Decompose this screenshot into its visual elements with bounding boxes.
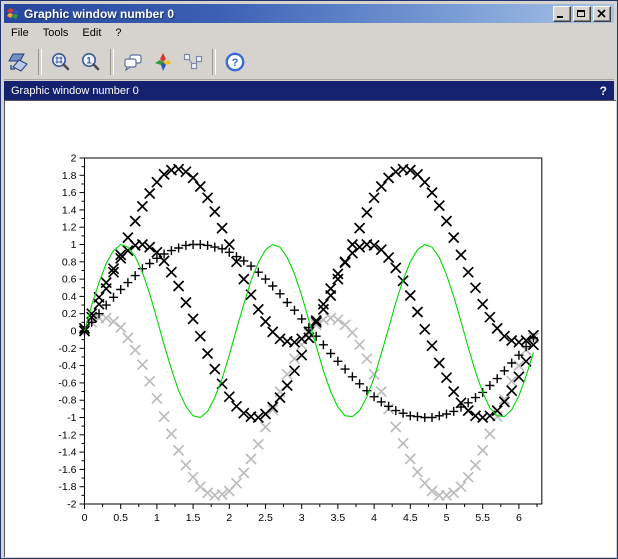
window-title: Graphic window number 0 <box>24 8 553 20</box>
close-icon <box>594 7 610 21</box>
toolbar-separator <box>38 49 42 75</box>
y-tick-label: 2 <box>71 153 77 165</box>
x-tick-label: 1 <box>154 512 160 524</box>
menu-file[interactable]: File <box>4 25 36 41</box>
datatips-icon[interactable] <box>180 49 206 75</box>
x-tick-label: 0.5 <box>113 512 128 524</box>
y-tick-label: 1.8 <box>62 170 77 182</box>
svg-text:1: 1 <box>86 55 91 65</box>
zoom-area-icon[interactable] <box>48 49 74 75</box>
chart: 0 0.5 1 1.5 2 2.5 3 3.5 4 4.5 5 5.5 6 -2 -1.8 -1.6 -1.4 -… <box>5 101 617 558</box>
y-tick-label: 0.4 <box>62 291 77 303</box>
x-tick-label: 4.5 <box>403 512 418 524</box>
y-tick-label: -0.6 <box>58 377 76 389</box>
y-tick-label: 1.6 <box>62 187 77 199</box>
y-tick-label: 0.2 <box>62 308 77 320</box>
y-tick-label: 1 <box>71 239 77 251</box>
minimize-icon <box>557 16 563 18</box>
menu-help[interactable]: ? <box>108 25 128 41</box>
close-button[interactable] <box>593 6 611 22</box>
toolbar-separator <box>212 49 216 75</box>
y-tick-label: 1.2 <box>62 222 77 234</box>
x-tick-label: 0 <box>82 512 88 524</box>
infobar-text: Graphic window number 0 <box>11 85 139 97</box>
x-tick-label: 5 <box>444 512 450 524</box>
x-tick-label: 5.5 <box>475 512 490 524</box>
minimize-button[interactable] <box>553 6 571 22</box>
x-tick-label: 2 <box>226 512 232 524</box>
x-tick-label: 6 <box>516 512 522 524</box>
axes-box <box>85 158 542 504</box>
info-bar: Graphic window number 0 ? <box>4 81 614 100</box>
infobar-help-icon[interactable]: ? <box>600 84 607 98</box>
y-tick-label: -1 <box>67 412 76 424</box>
y-tick-label: -1.4 <box>58 447 76 459</box>
y-tick-label: -0.8 <box>58 395 76 407</box>
y-tick-label: -1.6 <box>58 464 76 476</box>
y-tick-label: 0 <box>71 326 77 338</box>
menu-tools[interactable]: Tools <box>36 25 76 41</box>
maximize-button[interactable] <box>573 6 591 22</box>
y-tick-label: -0.4 <box>58 360 76 372</box>
toolbar-separator <box>110 49 114 75</box>
plot-canvas[interactable]: 0 0.5 1 1.5 2 2.5 3 3.5 4 4.5 5 5.5 6 -2 -1.8 -1.6 -1.4 -… <box>4 100 616 557</box>
x-tick-label: 3.5 <box>331 512 346 524</box>
y-tick-label: 0.8 <box>62 256 77 268</box>
scilab-app-icon <box>7 7 20 20</box>
svg-text:?: ? <box>232 57 239 69</box>
y-tick-label: -2 <box>67 499 76 511</box>
y-tick-label: -0.2 <box>58 343 76 355</box>
tool-bar: 1 <box>4 44 614 80</box>
y-tick-label: -1.8 <box>58 481 76 493</box>
plus-sine-curve <box>80 240 538 422</box>
menu-bar: File Tools Edit ? <box>4 23 614 43</box>
y-tick-label: 1.4 <box>62 204 77 216</box>
rotate-3d-icon[interactable] <box>6 49 32 75</box>
graphic-window: Graphic window number 0 File Tools Edit … <box>0 0 618 559</box>
gray-cross-curve <box>80 313 539 500</box>
x-tick-label: 1.5 <box>186 512 201 524</box>
title-bar[interactable]: Graphic window number 0 <box>4 4 614 23</box>
dialogs-icon[interactable] <box>120 49 146 75</box>
zoom-original-icon[interactable]: 1 <box>78 49 104 75</box>
x-tick-label: 2.5 <box>258 512 273 524</box>
maximize-icon <box>577 10 585 17</box>
scilab-ged-icon[interactable] <box>150 49 176 75</box>
y-tick-label: 0.6 <box>62 274 77 286</box>
menu-edit[interactable]: Edit <box>75 25 108 41</box>
help-icon[interactable]: ? <box>222 49 248 75</box>
x-tick-label: 4 <box>371 512 377 524</box>
y-tick-label: -1.2 <box>58 429 76 441</box>
x-tick-label: 3 <box>299 512 305 524</box>
